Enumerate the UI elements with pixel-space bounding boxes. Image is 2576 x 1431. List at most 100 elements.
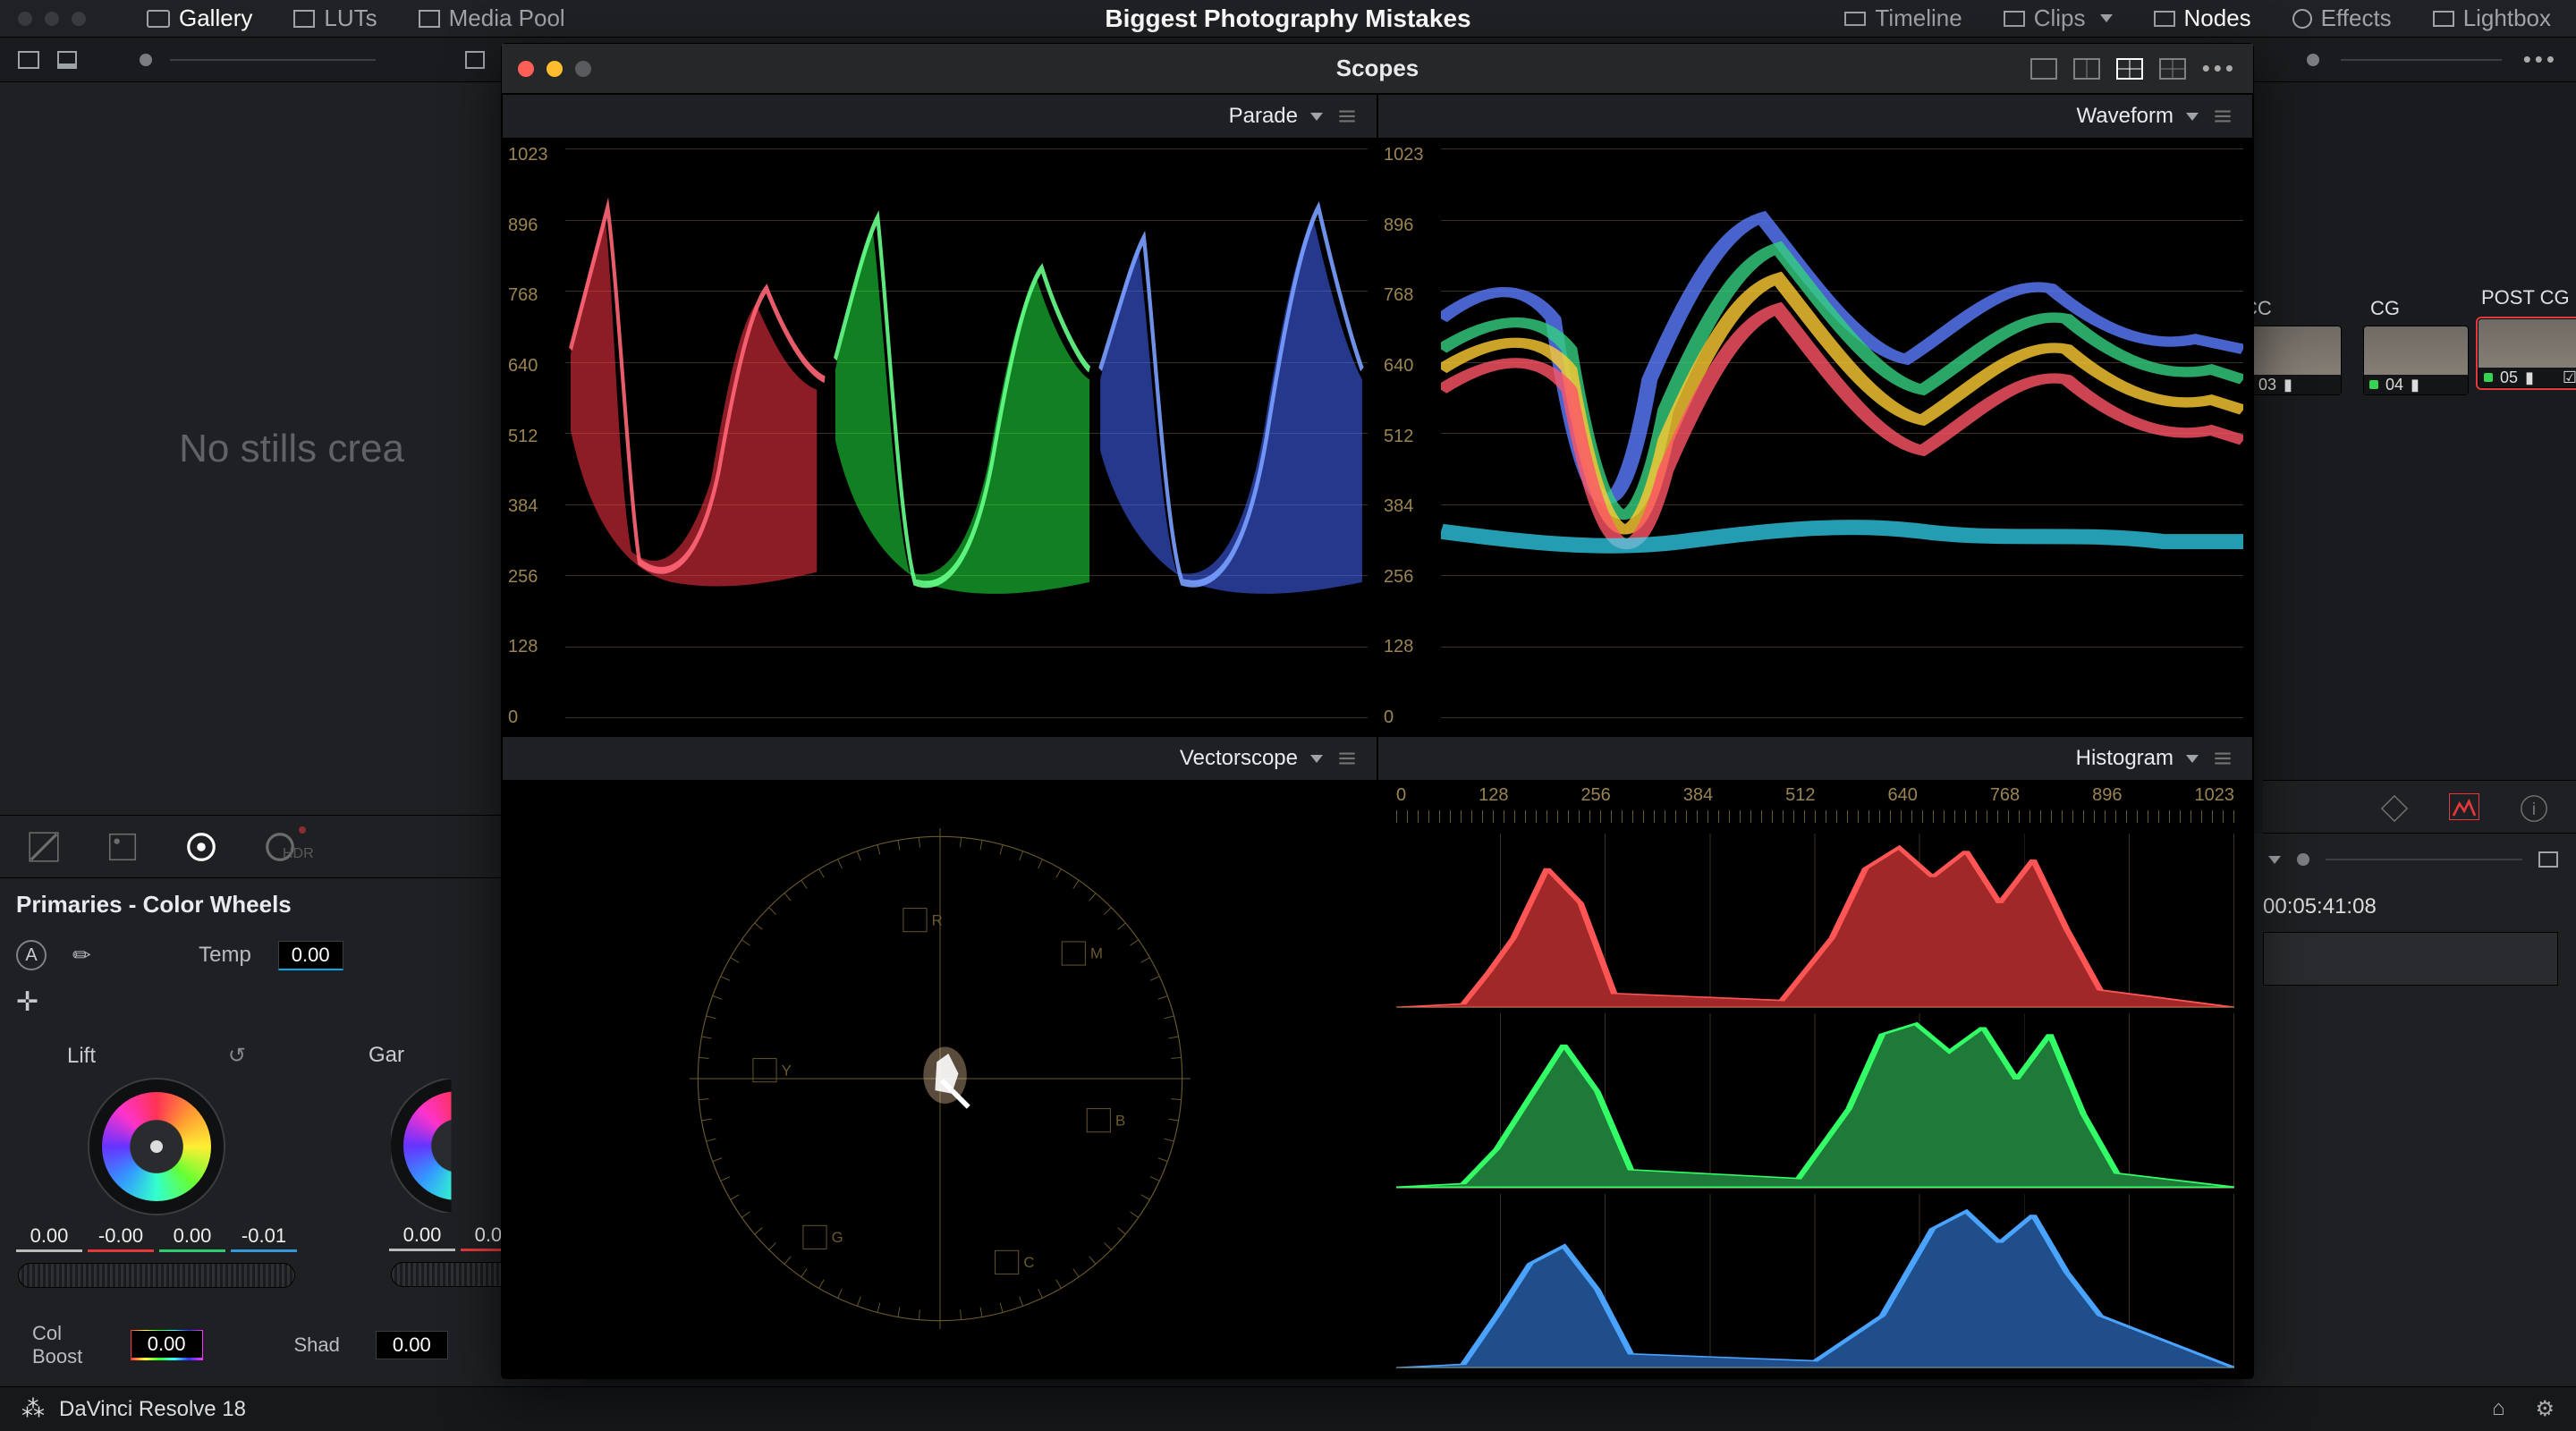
lift-y[interactable]: 0.00 — [16, 1224, 82, 1252]
lift-r[interactable]: -0.00 — [88, 1224, 154, 1252]
node-05[interactable]: 05▮☑ — [2478, 318, 2576, 388]
gamma-y[interactable]: 0.00 — [389, 1224, 455, 1251]
reset-icon[interactable]: ↺ — [228, 1043, 246, 1069]
lift-g[interactable]: 0.00 — [159, 1224, 225, 1252]
status-bar: ⁂ DaVinci Resolve 18 ⌂ ⚙ — [0, 1386, 2576, 1431]
clips-icon — [2004, 11, 2025, 27]
chevron-down-icon[interactable] — [1310, 755, 1323, 763]
settings-icon[interactable] — [1335, 747, 1359, 770]
colboost-input[interactable]: 0.00 — [131, 1330, 203, 1360]
more-menu-icon[interactable]: ••• — [2523, 46, 2558, 73]
lift-b[interactable]: -0.01 — [231, 1224, 297, 1252]
zoom-icon[interactable] — [575, 61, 591, 77]
timeline-label: Timeline — [1875, 4, 1962, 32]
scopes-more-icon[interactable]: ••• — [2202, 55, 2237, 82]
panel-title: Primaries - Color Wheels — [0, 878, 583, 931]
right-slider[interactable] — [2341, 59, 2502, 61]
scopes-grid: Parade 10238967686405123842561280 — [502, 94, 2253, 1378]
mediapool-tab[interactable]: Media Pool — [411, 1, 572, 36]
app-toolbar: Gallery LUTs Media Pool Biggest Photogra… — [0, 0, 2576, 38]
clips-tab[interactable]: Clips — [1996, 1, 2120, 36]
color-tool-row: HDR — [0, 816, 583, 878]
gallery-tab[interactable]: Gallery — [140, 1, 259, 36]
waveform-graticule — [1441, 148, 2243, 717]
timeline-dot[interactable] — [2297, 853, 2309, 866]
settings-icon[interactable] — [2211, 747, 2234, 770]
panel-layout-icon[interactable] — [18, 51, 39, 69]
svg-text:M: M — [1090, 945, 1103, 962]
timeline-tab[interactable]: Timeline — [1837, 1, 1969, 36]
picker-icon[interactable]: ✎ — [67, 940, 98, 971]
layout-4up-icon[interactable] — [2116, 58, 2143, 80]
chevron-down-icon[interactable] — [2186, 755, 2199, 763]
luts-tab[interactable]: LUTs — [286, 1, 384, 36]
scopes-icon[interactable] — [2449, 793, 2479, 820]
node-postcg-label: POST CG — [2481, 286, 2576, 309]
min-dot[interactable] — [45, 12, 59, 26]
temp-input[interactable]: 0.00 — [278, 941, 343, 970]
settings-icon[interactable]: ⚙ — [2535, 1396, 2555, 1422]
parade-scope: Parade 10238967686405123842561280 — [502, 94, 1377, 736]
keyframes-icon[interactable] — [2379, 793, 2410, 820]
lightbox-tab[interactable]: Lightbox — [2426, 1, 2558, 36]
opacity-slider[interactable] — [170, 59, 376, 61]
layout-1up-icon[interactable] — [2030, 58, 2057, 80]
chevron-down-icon[interactable] — [1310, 113, 1323, 121]
effects-tab[interactable]: Effects — [2285, 1, 2399, 36]
timecode[interactable]: 00:05:41:08 — [2263, 894, 2558, 919]
close-icon[interactable] — [518, 61, 534, 77]
histogram-ticks — [1396, 810, 2234, 823]
scopes-window-controls — [518, 61, 591, 77]
layout-2up-icon[interactable] — [2073, 58, 2100, 80]
timeline-zoom-slider[interactable] — [2326, 859, 2522, 860]
vectorscope-scope: Vectorscope R M B — [502, 736, 1377, 1378]
node-04[interactable]: 04▮ — [2363, 326, 2469, 395]
histogram-r — [1396, 834, 2234, 1008]
svg-text:Y: Y — [781, 1062, 791, 1079]
resolve-logo-icon: ⁂ — [21, 1395, 45, 1423]
info-icon[interactable]: i — [2519, 793, 2549, 820]
svg-text:B: B — [1115, 1112, 1125, 1129]
settings-icon[interactable] — [1335, 105, 1359, 128]
wheels-icon[interactable] — [184, 830, 218, 864]
sort-icon[interactable] — [465, 51, 485, 69]
hdr-wheels-icon[interactable]: HDR — [263, 830, 297, 864]
timeline-opts-icon[interactable] — [2538, 851, 2558, 868]
nodes-tab[interactable]: Nodes — [2147, 1, 2258, 36]
chevron-down-icon[interactable] — [2186, 113, 2199, 121]
import-icon[interactable] — [57, 51, 77, 69]
lift-wheel[interactable] — [89, 1080, 224, 1214]
waveform-label: Waveform — [2077, 104, 2174, 129]
home-icon[interactable]: ⌂ — [2492, 1396, 2505, 1422]
parade-yaxis: 10238967686405123842561280 — [508, 145, 548, 728]
clip-strip[interactable] — [2263, 932, 2558, 986]
qualifier-icon[interactable] — [106, 830, 140, 864]
target-icon[interactable]: ✛ — [16, 986, 38, 1018]
opacity-dot[interactable] — [140, 54, 152, 66]
mini-timeline: 00:05:41:08 — [2245, 834, 2576, 1386]
layout-alt-icon[interactable] — [2159, 58, 2186, 80]
nodes-label: Nodes — [2184, 4, 2251, 32]
effects-icon — [2292, 9, 2312, 29]
chevron-down-icon[interactable] — [2268, 856, 2281, 864]
clips-label: Clips — [2034, 4, 2086, 32]
shad-input[interactable]: 0.00 — [376, 1331, 448, 1359]
timeline-icon — [1844, 12, 1866, 26]
primaries-panel: A ✎ Temp 0.00 Tin ✛ Lift ↺ — [0, 931, 583, 1386]
lift-jog[interactable] — [18, 1263, 295, 1288]
right-dot[interactable] — [2307, 54, 2319, 66]
curves-icon[interactable] — [27, 830, 61, 864]
scopes-titlebar[interactable]: Scopes ••• — [502, 44, 2253, 94]
window-controls — [18, 12, 86, 26]
lightbox-label: Lightbox — [2463, 4, 2551, 32]
histogram-b — [1396, 1194, 2234, 1368]
zoom-dot[interactable] — [72, 12, 86, 26]
node-cc-label: CC — [2243, 297, 2342, 320]
histogram-stack — [1396, 834, 2234, 1368]
node-graph[interactable]: CC 03▮ CG 04▮ POST CG 05▮☑ — [2236, 297, 2576, 401]
minimize-icon[interactable] — [547, 61, 563, 77]
close-dot[interactable] — [18, 12, 32, 26]
settings-icon[interactable] — [2211, 105, 2234, 128]
auto-balance-button[interactable]: A — [16, 940, 47, 970]
left-panel: No stills crea HDR Primaries - Color Whe… — [0, 82, 583, 1386]
